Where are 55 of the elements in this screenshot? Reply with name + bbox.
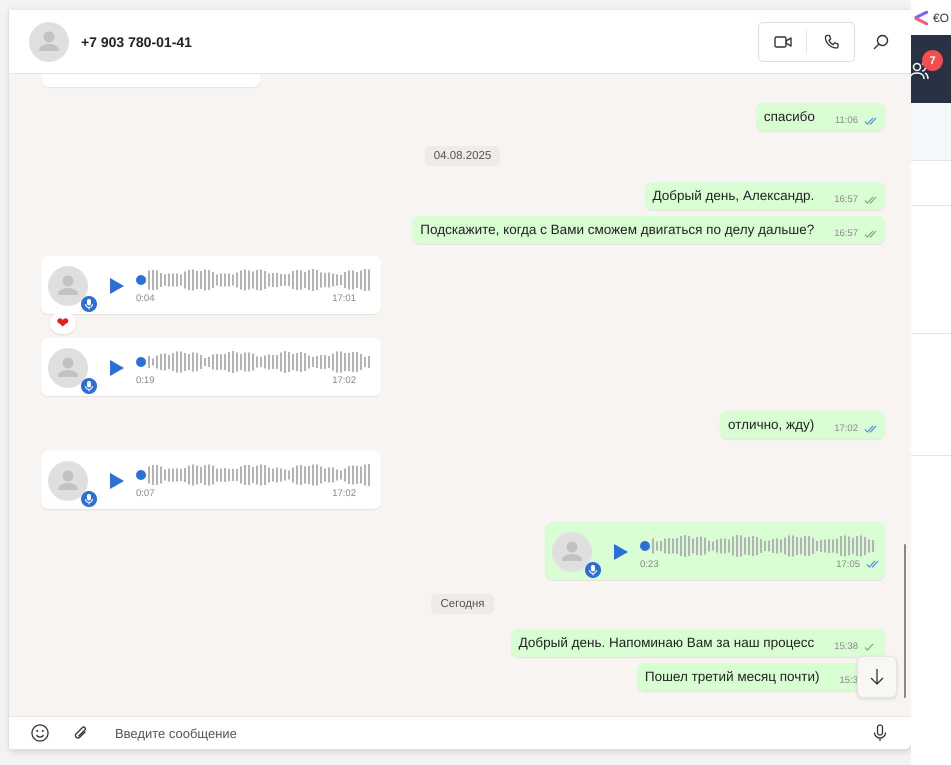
voice-duration: 0:07 [136, 488, 154, 498]
play-icon [110, 472, 124, 488]
message-text: отлично, жду) [728, 416, 814, 434]
voice-duration: 0:19 [136, 374, 154, 386]
message-time: 17:01 [332, 292, 356, 304]
message-text: Пошел третий месяц почти) [644, 668, 820, 686]
video-camera-icon [774, 34, 792, 48]
message-text: Добрый день. Напоминаю Вам за наш процесс [518, 634, 814, 652]
message-time: 15:38 [834, 641, 858, 652]
microphone-icon [81, 296, 97, 312]
notification-badge: 7 [922, 50, 943, 71]
playback-handle[interactable] [136, 274, 146, 284]
playback-handle[interactable] [136, 470, 146, 480]
message-time: 17:05 [836, 558, 860, 570]
brand-text: €O [933, 10, 950, 24]
date-separator: Сегодня [431, 594, 494, 614]
message-time: 11:06 [834, 115, 858, 126]
play-button[interactable] [614, 544, 628, 560]
message-time: 17:02 [834, 423, 858, 434]
avatar-icon [48, 348, 88, 388]
contacts-button[interactable] [909, 62, 929, 80]
message-time: 17:02 [332, 374, 356, 386]
avatar-icon [552, 532, 592, 572]
avatar-icon [48, 460, 88, 500]
play-icon [110, 278, 124, 294]
message-text: спасибо [764, 108, 815, 126]
microphone-icon [585, 562, 601, 578]
message-time: 16:57 [834, 194, 858, 205]
play-icon [614, 544, 628, 560]
reaction-badge: ❤ [50, 312, 76, 334]
voice-duration: 0:23 [640, 558, 658, 570]
play-icon [110, 360, 124, 376]
message-time: 17:02 [332, 488, 356, 498]
microphone-icon [81, 378, 97, 394]
arrow-down-icon [869, 668, 885, 686]
microphone-icon [873, 724, 887, 742]
logo-icon[interactable] [914, 10, 928, 24]
message-text: Подскажите, когда с Вами сможем двигаться по делу дальше? [420, 221, 814, 239]
play-button[interactable] [110, 360, 124, 376]
avatar-icon [48, 266, 88, 306]
message-time: 16:57 [834, 228, 858, 239]
playback-handle[interactable] [640, 540, 650, 550]
date-separator: 04.08.2025 [424, 146, 500, 166]
message-text: Добрый день, Александр. [652, 187, 814, 205]
play-button[interactable] [110, 278, 124, 294]
search-icon [873, 34, 889, 50]
smiley-icon [31, 724, 49, 742]
voice-duration: 0:04 [136, 292, 154, 304]
message-input[interactable]: Введите сообщение [113, 724, 869, 742]
avatar-icon [29, 22, 69, 62]
phone-icon [822, 34, 838, 50]
play-button[interactable] [110, 472, 124, 488]
microphone-icon [81, 490, 97, 506]
playback-handle[interactable] [136, 356, 146, 366]
contact-name: +7 903 780-01-41 [81, 34, 192, 50]
